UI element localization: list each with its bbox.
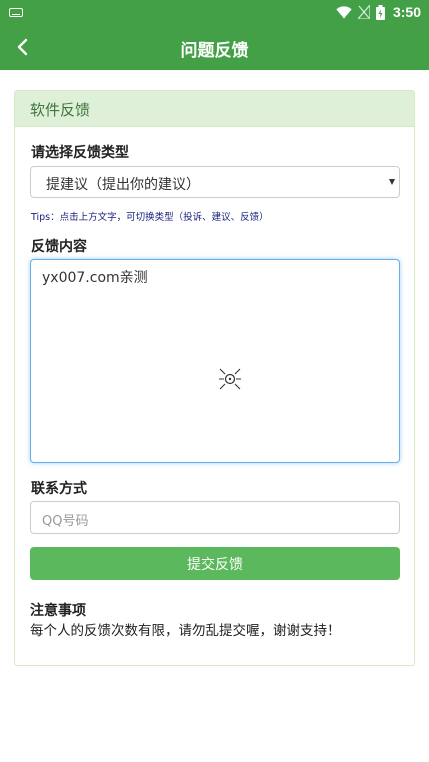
feedback-content-textarea[interactable]: yx007.com亲测 [30, 259, 400, 463]
status-time: 3:50 [392, 4, 421, 20]
feedback-content-value: yx007.com亲测 [42, 270, 148, 286]
wifi-icon [336, 5, 352, 18]
feedback-type-select[interactable]: 提建议（提出你的建议） [30, 166, 400, 198]
keyboard-icon [9, 8, 23, 17]
status-bar: 3:50 [0, 0, 429, 24]
page-title: 问题反馈 [180, 41, 249, 61]
qq-number-input[interactable]: QQ号码 [30, 501, 400, 534]
contact-label: 联系方式 [31, 481, 87, 497]
notice-text: 每个人的反馈次数有限，请勿乱提交喔，谢谢支持！ [30, 623, 341, 639]
app-bar: 问题反馈 [0, 24, 429, 70]
panel-heading: 软件反馈 [15, 91, 414, 127]
qq-number-placeholder: QQ号码 [42, 514, 89, 529]
system-icons: 3:50 [336, 3, 421, 21]
feedback-panel: 软件反馈 请选择反馈类型 提建议（提出你的建议） Tips：点击上方文字，可切换… [14, 90, 415, 666]
signal-icon [357, 5, 370, 19]
feedback-content-label: 反馈内容 [31, 239, 87, 255]
touch-cursor-icon [219, 368, 241, 390]
tips-text: Tips：点击上方文字，可切换类型（投诉、建议、反馈） [31, 212, 269, 223]
feedback-type-value: 提建议（提出你的建议） [46, 177, 200, 193]
notice-title: 注意事项 [30, 603, 86, 619]
feedback-type-label: 请选择反馈类型 [31, 145, 129, 161]
battery-icon [375, 4, 385, 20]
submit-feedback-button[interactable]: 提交反馈 [30, 547, 400, 580]
dropdown-caret-icon [389, 179, 395, 185]
